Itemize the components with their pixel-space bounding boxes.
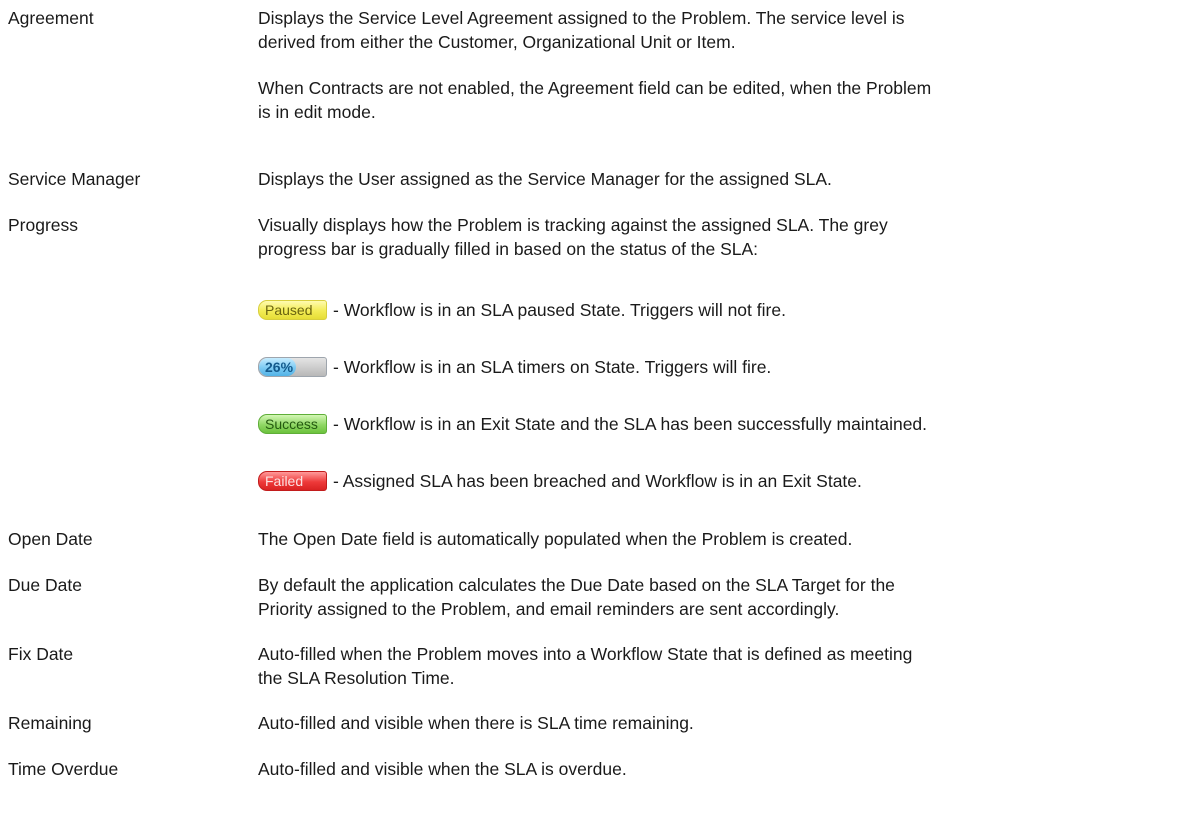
text-line: is in edit mode.: [258, 102, 376, 122]
text-line: Auto-filled and visible when there is SL…: [258, 713, 694, 733]
description-remaining: Auto-filled and visible when there is SL…: [258, 711, 1178, 735]
term-open-date: Open Date: [8, 529, 93, 549]
description-service-manager: Displays the User assigned as the Servic…: [258, 167, 1178, 191]
term-time-overdue: Time Overdue: [8, 759, 119, 779]
description-due-date: By default the application calculates th…: [258, 573, 1178, 621]
description-progress: Visually displays how the Problem is tra…: [258, 213, 1178, 261]
status-timers-on: 26% - Workflow is in an SLA timers on St…: [258, 356, 771, 378]
status-paused: Paused - Workflow is in an SLA paused St…: [258, 299, 786, 321]
text-line: Auto-filled and visible when the SLA is …: [258, 759, 627, 779]
description-open-date: The Open Date field is automatically pop…: [258, 527, 1178, 551]
term-fix-date: Fix Date: [8, 644, 74, 664]
term-service-manager: Service Manager: [8, 169, 141, 189]
text-line: Priority assigned to the Problem, and em…: [258, 599, 840, 619]
description-time-overdue: Auto-filled and visible when the SLA is …: [258, 757, 1178, 781]
status-description: - Workflow is in an Exit State and the S…: [333, 414, 928, 434]
text-line: progress bar is gradually filled in base…: [258, 239, 759, 259]
term-remaining: Remaining: [8, 713, 92, 733]
paused-badge: Paused: [258, 300, 327, 320]
description-fix-date: Auto-filled when the Problem moves into …: [258, 642, 1178, 690]
term-agreement: Agreement: [8, 8, 94, 28]
text-line: the SLA Resolution Time.: [258, 668, 455, 688]
success-badge: Success: [258, 414, 327, 434]
badge-label: Success: [265, 416, 318, 432]
status-description: - Workflow is in an SLA timers on State.…: [333, 357, 772, 377]
status-failed: Failed - Assigned SLA has been breached …: [258, 470, 862, 492]
status-success: Success - Workflow is in an Exit State a…: [258, 413, 927, 435]
text-line: Displays the User assigned as the Servic…: [258, 169, 832, 189]
paragraph: When Contracts are not enabled, the Agre…: [258, 76, 1178, 124]
badge-label: Paused: [265, 302, 313, 318]
term-due-date: Due Date: [8, 575, 82, 595]
description-agreement: Displays the Service Level Agreement ass…: [258, 6, 1178, 124]
text-line: The Open Date field is automatically pop…: [258, 529, 853, 549]
text-line: Displays the Service Level Agreement ass…: [258, 8, 905, 28]
progress-label: 26%: [265, 359, 294, 375]
text-line: When Contracts are not enabled, the Agre…: [258, 78, 932, 98]
status-description: - Assigned SLA has been breached and Wor…: [333, 471, 862, 491]
failed-badge: Failed: [258, 471, 327, 491]
text-line: By default the application calculates th…: [258, 575, 895, 595]
badge-label: Failed: [265, 473, 304, 489]
text-line: Visually displays how the Problem is tra…: [258, 215, 888, 235]
text-line: Auto-filled when the Problem moves into …: [258, 644, 913, 664]
term-progress: Progress: [8, 215, 79, 235]
progress-bar: 26%: [258, 357, 327, 377]
paragraph: Displays the Service Level Agreement ass…: [258, 6, 1178, 54]
status-description: - Workflow is in an SLA paused State. Tr…: [333, 300, 786, 320]
text-line: derived from either the Customer, Organi…: [258, 32, 736, 52]
